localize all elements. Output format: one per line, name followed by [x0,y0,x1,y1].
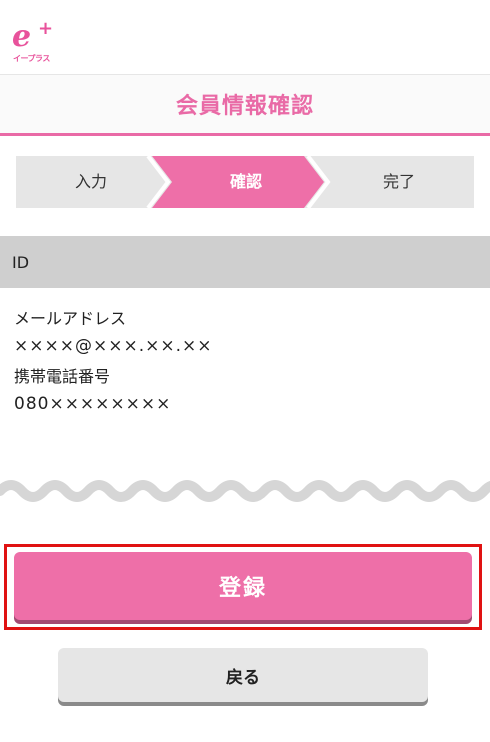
register-button[interactable]: 登録 [14,552,472,620]
back-button[interactable]: 戻る [58,648,428,702]
logo-subtitle: イープラス [13,54,50,63]
step-confirm: 確認 [229,172,262,191]
phone-value: 080×××××××× [14,394,172,414]
email-value: ××××@×××.××.×× [14,336,213,356]
step-input: 入力 [74,172,107,191]
page-title: 会員情報確認 [175,94,314,119]
id-label: ID [12,252,30,272]
eplus-logo[interactable]: e + イープラス [12,18,54,66]
wave-divider [0,480,490,502]
register-button-label: 登録 [218,576,267,601]
title-bar: 会員情報確認 [0,74,490,136]
header: e + イープラス [0,0,490,74]
back-button-label: 戻る [226,667,260,688]
logo-plus: + [38,18,54,39]
phone-label: 携帯電話番号 [14,367,111,386]
step-indicator: 入力 確認 完了 [16,156,474,208]
logo-mark: e [12,19,32,54]
email-label: メールアドレス [14,309,127,328]
step-complete: 完了 [382,172,415,191]
member-info: メールアドレス ××××@×××.××.×× 携帯電話番号 080×××××××… [14,306,476,422]
id-section-header: ID [0,236,490,288]
